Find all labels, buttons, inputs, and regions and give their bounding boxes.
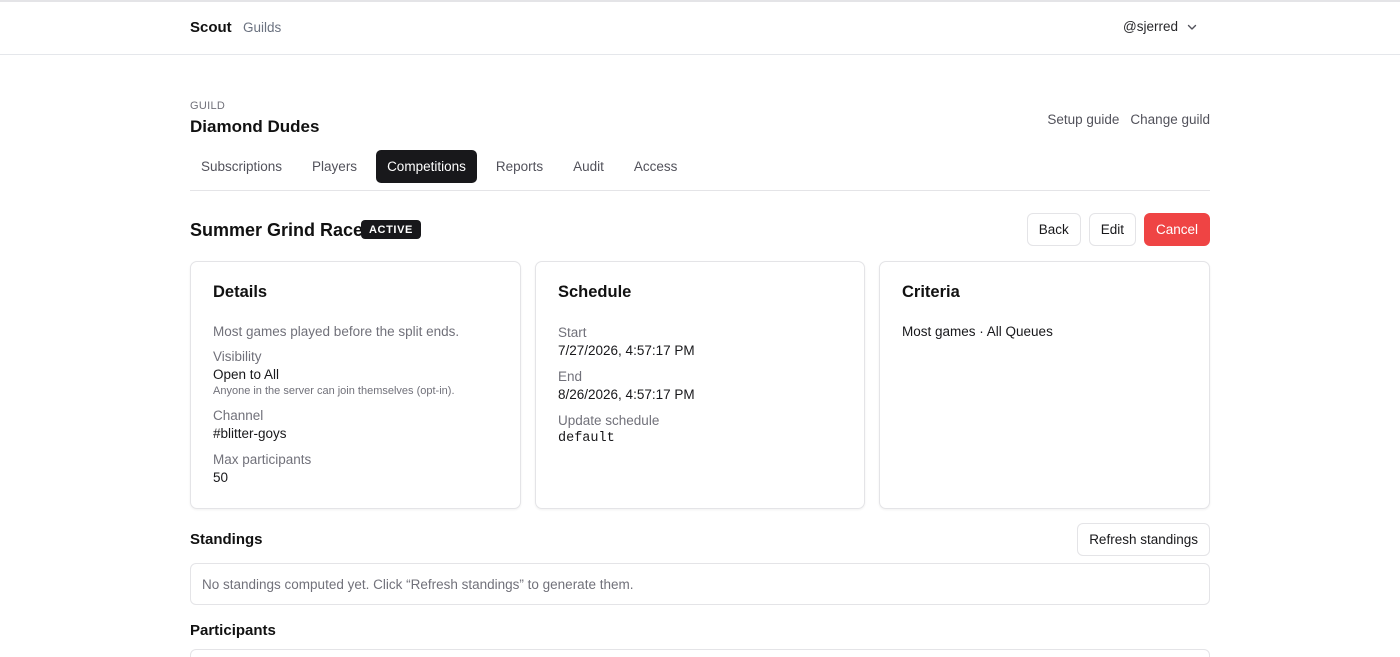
setup-guide-link[interactable]: Setup guide [1047, 112, 1119, 127]
guild-tabs: Subscriptions Players Competitions Repor… [190, 150, 1210, 191]
change-guild-link[interactable]: Change guild [1130, 112, 1210, 127]
end-field: End 8/26/2026, 4:57:17 PM [558, 368, 844, 404]
tab-subscriptions[interactable]: Subscriptions [190, 150, 293, 183]
guild-name: Diamond Dudes [190, 117, 320, 136]
participants-title: Participants [190, 622, 276, 639]
cancel-competition-button[interactable]: Cancel [1143, 213, 1210, 246]
guild-header-links: Setup guide Change guild [1047, 112, 1210, 127]
top-navbar: Scout Guilds @sjerred [0, 2, 1400, 55]
schedule-heading: Schedule [558, 283, 632, 301]
competition-description: Most games played before the split ends. [213, 324, 460, 339]
update-schedule-label: Update schedule [558, 413, 660, 428]
max-participants-value: 50 [213, 470, 229, 485]
guild-eyebrow: GUILD [190, 100, 226, 112]
visibility-field: Visibility Open to All Anyone in the ser… [213, 348, 500, 399]
standings-title: Standings [190, 531, 263, 548]
visibility-label: Visibility [213, 349, 262, 364]
user-menu[interactable]: @sjerred [1123, 19, 1198, 34]
schedule-card: Schedule Start 7/27/2026, 4:57:17 PM End… [535, 261, 865, 509]
brand-logo[interactable]: Scout [190, 19, 232, 36]
edit-button[interactable]: Edit [1088, 213, 1136, 246]
update-schedule-field: Update schedule default [558, 412, 844, 448]
competition-header: Summer Grind Race ACTIVE Back Edit Cance… [190, 213, 1210, 246]
tab-competitions[interactable]: Competitions [376, 150, 477, 183]
details-card: Details Most games played before the spl… [190, 261, 521, 509]
start-field: Start 7/27/2026, 4:57:17 PM [558, 324, 844, 360]
competition-actions: Back Edit Cancel [1026, 213, 1210, 246]
tab-players[interactable]: Players [301, 150, 368, 183]
nav-link-guilds[interactable]: Guilds [243, 20, 281, 35]
criteria-card: Criteria Most games · All Queues [879, 261, 1210, 509]
criteria-value: Most games · All Queues [902, 324, 1053, 339]
visibility-hint: Anyone in the server can join themselves… [213, 385, 455, 397]
participants-panel [190, 649, 1210, 657]
end-label: End [558, 369, 583, 384]
criteria-heading: Criteria [902, 283, 960, 301]
status-badge: ACTIVE [361, 220, 421, 239]
competition-title: Summer Grind Race [190, 220, 364, 240]
end-value: 8/26/2026, 4:57:17 PM [558, 387, 695, 402]
chevron-down-icon [1187, 24, 1197, 30]
start-value: 7/27/2026, 4:57:17 PM [558, 343, 695, 358]
channel-label: Channel [213, 408, 264, 423]
user-name: @sjerred [1123, 19, 1178, 34]
refresh-standings-button[interactable]: Refresh standings [1077, 523, 1210, 556]
tab-reports[interactable]: Reports [485, 150, 554, 183]
back-button[interactable]: Back [1026, 213, 1081, 246]
visibility-value: Open to All [213, 367, 280, 382]
tab-audit[interactable]: Audit [562, 150, 615, 183]
standings-empty-state: No standings computed yet. Click “Refres… [190, 563, 1210, 605]
update-schedule-value: default [558, 431, 615, 446]
channel-value: #blitter-goys [213, 426, 287, 441]
details-heading: Details [213, 283, 268, 301]
start-label: Start [558, 325, 587, 340]
standings-header: Standings Refresh standings [190, 523, 1210, 556]
max-participants-label: Max participants [213, 452, 312, 467]
tab-access[interactable]: Access [623, 150, 689, 183]
channel-field: Channel #blitter-goys [213, 407, 500, 443]
max-participants-field: Max participants 50 [213, 451, 500, 487]
